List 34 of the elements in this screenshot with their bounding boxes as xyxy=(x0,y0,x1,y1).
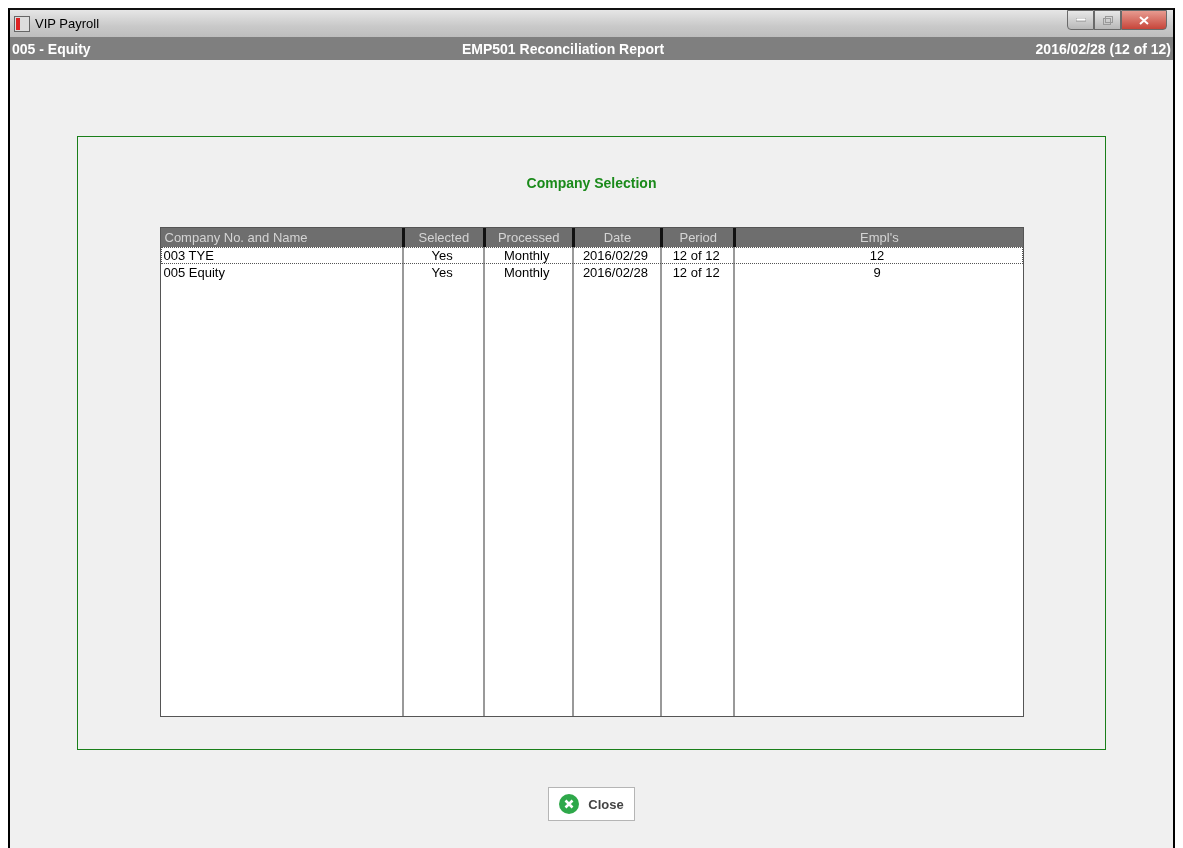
close-window-button[interactable] xyxy=(1121,10,1167,30)
panel-title: Company Selection xyxy=(526,175,657,191)
minimize-icon xyxy=(1075,18,1086,22)
close-icon xyxy=(559,794,580,814)
column-header[interactable]: Empl's xyxy=(733,228,1023,247)
column-header[interactable]: Period xyxy=(660,228,734,247)
table-cell-text: Monthly xyxy=(502,248,551,263)
company-name: 005 - Equity xyxy=(12,40,91,57)
report-title: EMP501 Reconciliation Report xyxy=(461,40,665,57)
table-cell-text: Yes xyxy=(430,248,454,263)
column-header[interactable]: Company No. and Name xyxy=(160,228,402,247)
table-cell-text: Yes xyxy=(430,265,454,280)
column-header[interactable]: Processed xyxy=(482,228,572,247)
table-cell-text: 2016/02/29 xyxy=(581,248,649,263)
app-icon xyxy=(14,15,30,32)
table-row[interactable]: 005 Equity Yes Monthly 2016/02/28 12 of 12 9 xyxy=(160,264,1023,281)
maximize-button[interactable] xyxy=(1094,10,1121,30)
table-cell-text: Monthly xyxy=(502,265,551,280)
close-icon xyxy=(1139,15,1149,25)
table-cell-text: 9 xyxy=(872,265,882,280)
close-button[interactable]: Close xyxy=(548,787,635,821)
table-cell-text: 12 of 12 xyxy=(671,265,721,280)
table-cell-text: 12 of 12 xyxy=(671,248,721,263)
restore-icon xyxy=(1102,15,1113,25)
column-header[interactable]: Selected xyxy=(401,228,483,247)
table-cell-text: 12 xyxy=(868,248,886,263)
table-cell-text: 005 Equity xyxy=(162,265,226,280)
column-header[interactable]: Date xyxy=(571,228,661,247)
window-title: VIP Payroll xyxy=(35,16,101,31)
period-label: 2016/02/28 (12 of 12) xyxy=(1035,40,1171,57)
table-cell-text: 2016/02/28 xyxy=(581,265,649,280)
minimize-button[interactable] xyxy=(1067,10,1094,30)
table-row[interactable]: 003 TYE Yes Monthly 2016/02/29 12 of 12 12 xyxy=(160,247,1023,264)
table-cell-text: 003 TYE xyxy=(162,248,215,263)
